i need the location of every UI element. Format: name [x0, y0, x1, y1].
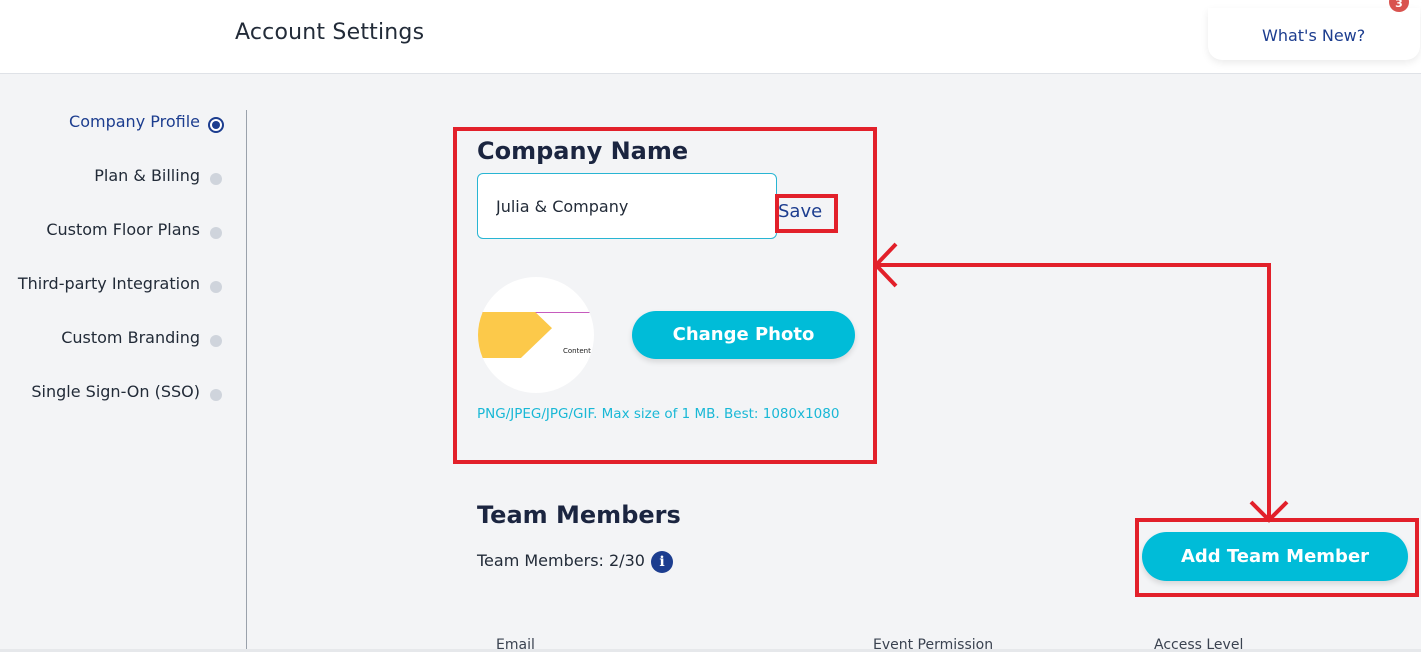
sidebar-item-label: Single Sign-On (SSO): [31, 382, 200, 401]
radio-dot-icon: [210, 173, 222, 185]
team-members-count: Team Members: 2/30: [477, 551, 645, 570]
annotation-box-add-member: [1135, 518, 1419, 597]
team-members-heading: Team Members: [477, 501, 681, 529]
sidebar-item-third-party-integration[interactable]: Third-party Integration: [6, 274, 246, 300]
whats-new-label: What's New?: [1262, 26, 1366, 45]
sidebar-item-custom-floor-plans[interactable]: Custom Floor Plans: [6, 220, 246, 246]
page-title: Account Settings: [235, 20, 425, 45]
sidebar-item-label: Custom Floor Plans: [46, 220, 200, 239]
sidebar-item-label: Plan & Billing: [94, 166, 200, 185]
sidebar-item-label: Custom Branding: [61, 328, 200, 347]
radio-dot-icon: [210, 389, 222, 401]
sidebar-item-company-profile[interactable]: Company Profile: [6, 112, 246, 138]
radio-dot-icon: [210, 335, 222, 347]
sidebar-divider: [246, 110, 247, 652]
sidebar-item-plan-billing[interactable]: Plan & Billing: [6, 166, 246, 192]
sidebar-item-sso[interactable]: Single Sign-On (SSO): [6, 382, 246, 408]
radio-dot-icon: [210, 227, 222, 239]
radio-selected-icon: [208, 117, 224, 133]
radio-dot-icon: [210, 281, 222, 293]
sidebar-item-label: Third-party Integration: [17, 274, 200, 293]
annotation-box-save: [775, 194, 838, 233]
sidebar-item-label: Company Profile: [69, 112, 200, 131]
annotation-box-company: [453, 127, 877, 464]
info-icon[interactable]: i: [651, 551, 673, 573]
sidebar-item-custom-branding[interactable]: Custom Branding: [6, 328, 246, 354]
whats-new-button[interactable]: What's New?: [1208, 8, 1420, 60]
